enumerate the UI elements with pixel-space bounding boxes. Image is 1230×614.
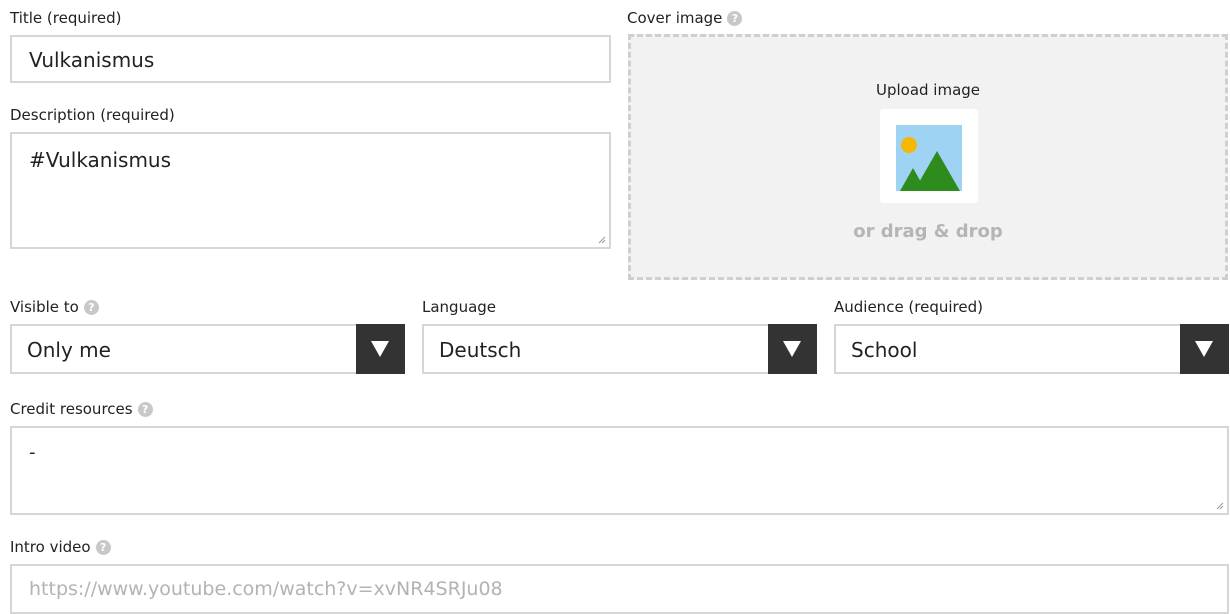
credit-resources-textarea[interactable]: -: [10, 426, 1229, 515]
upload-image-button[interactable]: [880, 109, 978, 203]
audience-select-value: School: [851, 338, 918, 362]
visible-to-select[interactable]: Only me: [10, 324, 405, 374]
help-icon[interactable]: ?: [727, 10, 743, 26]
help-icon[interactable]: ?: [83, 299, 99, 315]
audience-label: Audience (required): [834, 298, 983, 316]
intro-video-placeholder: https://www.youtube.com/watch?v=xvNR4SRJ…: [29, 578, 503, 600]
intro-video-label: Intro video ?: [10, 537, 111, 557]
resize-handle-icon[interactable]: [598, 236, 606, 244]
chevron-down-icon: [371, 341, 389, 357]
help-icon[interactable]: ?: [95, 539, 111, 555]
intro-video-label-text: Intro video: [10, 538, 91, 556]
language-select[interactable]: Deutsch: [422, 324, 817, 374]
language-label: Language: [422, 298, 497, 316]
description-textarea-value: #Vulkanismus: [29, 148, 172, 172]
chevron-down-icon: [1195, 341, 1213, 357]
visible-to-dropdown-button[interactable]: [356, 324, 405, 374]
credit-resources-value: -: [29, 442, 36, 463]
intro-video-input[interactable]: https://www.youtube.com/watch?v=xvNR4SRJ…: [10, 564, 1229, 614]
title-label: Title (required): [10, 9, 122, 27]
drag-drop-label: or drag & drop: [853, 221, 1003, 242]
audience-dropdown-button[interactable]: [1180, 324, 1229, 374]
audience-select[interactable]: School: [834, 324, 1229, 374]
help-icon[interactable]: ?: [137, 401, 153, 417]
credit-resources-label: Credit resources ?: [10, 399, 153, 419]
description-textarea[interactable]: #Vulkanismus: [10, 132, 611, 249]
resize-handle-icon[interactable]: [1216, 502, 1224, 510]
language-select-value: Deutsch: [439, 338, 522, 362]
cover-image-dropzone[interactable]: Upload image or drag & drop: [628, 34, 1228, 280]
visible-to-select-value: Only me: [27, 338, 111, 362]
title-input[interactable]: Vulkanismus: [10, 35, 611, 83]
chevron-down-icon: [783, 341, 801, 357]
title-input-value: Vulkanismus: [29, 48, 155, 72]
cover-image-label-text: Cover image: [627, 9, 723, 27]
credit-resources-label-text: Credit resources: [10, 400, 133, 418]
cover-image-label: Cover image ?: [627, 8, 743, 28]
visible-to-label: Visible to ?: [10, 297, 99, 317]
visible-to-label-text: Visible to: [10, 298, 79, 316]
description-label: Description (required): [10, 106, 175, 124]
language-dropdown-button[interactable]: [768, 324, 817, 374]
image-placeholder-icon: [896, 125, 962, 191]
upload-image-label: Upload image: [875, 81, 981, 99]
